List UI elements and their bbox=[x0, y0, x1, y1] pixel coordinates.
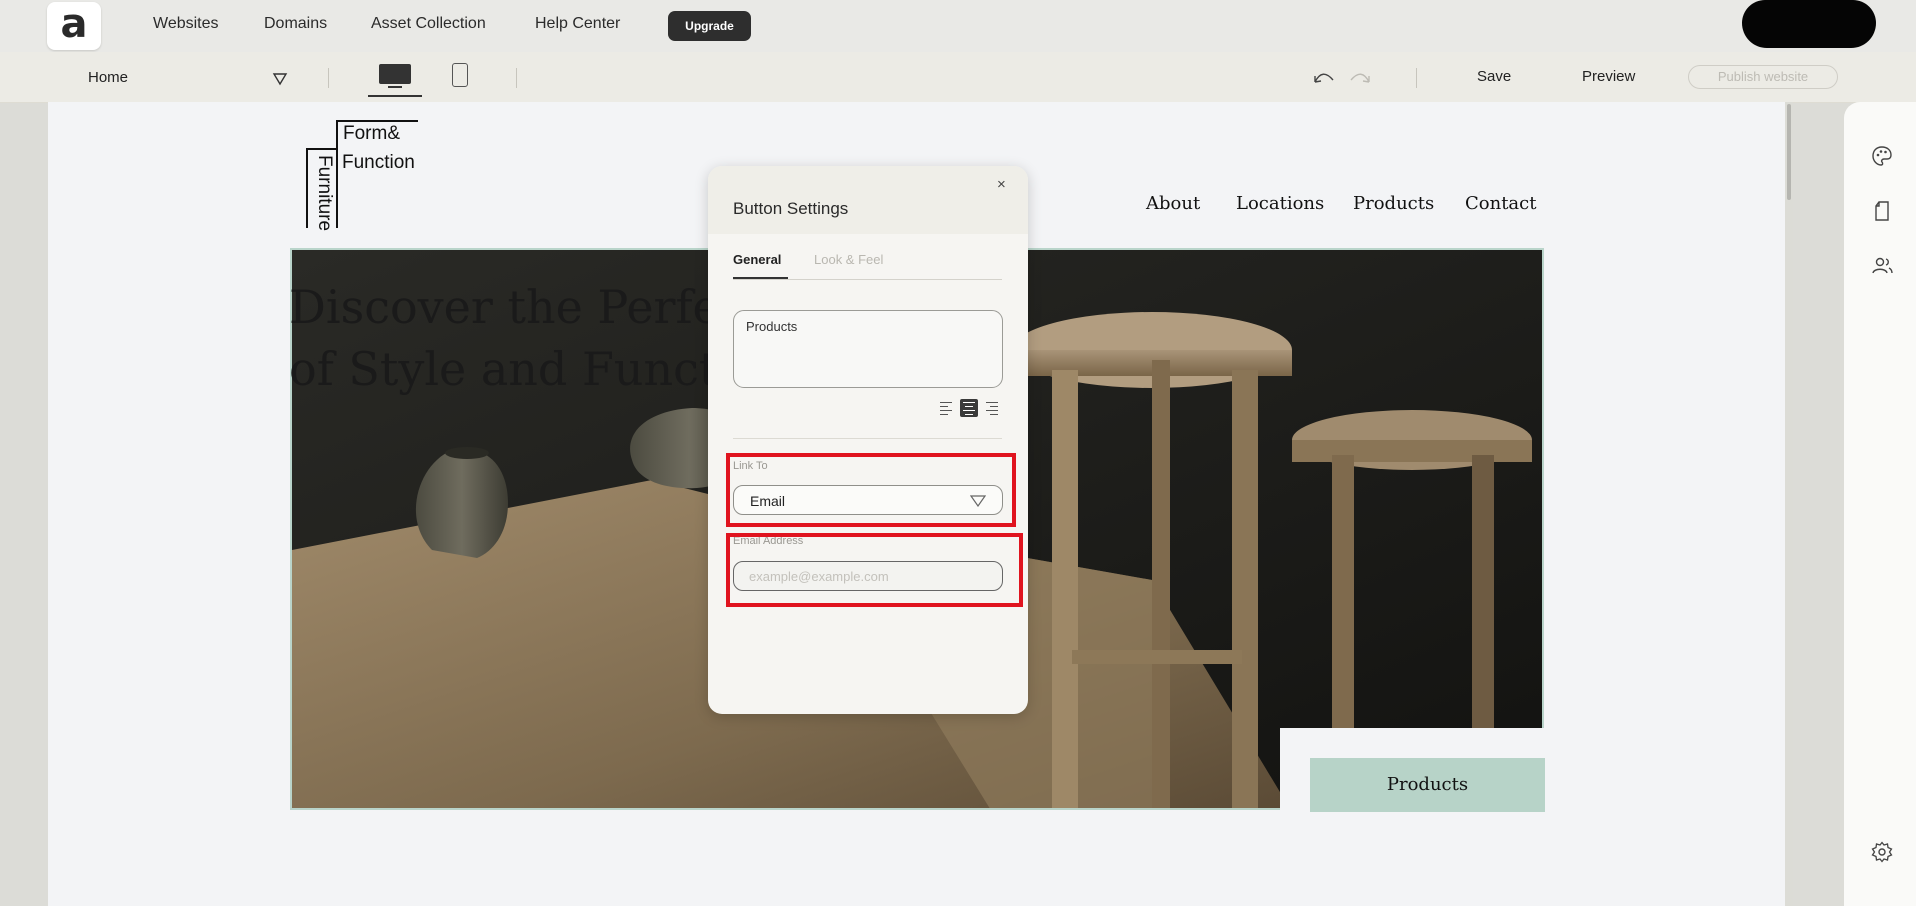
tab-divider bbox=[733, 279, 1002, 280]
align-center-icon[interactable] bbox=[960, 399, 978, 417]
page-selector[interactable]: Home bbox=[88, 69, 128, 86]
mobile-icon[interactable] bbox=[452, 63, 468, 87]
chevron-down-icon[interactable] bbox=[272, 72, 288, 86]
scrollbar-thumb[interactable] bbox=[1787, 104, 1791, 200]
nav-asset-collection[interactable]: Asset Collection bbox=[371, 15, 486, 33]
site-logo-text: Function bbox=[342, 152, 415, 173]
panel-title: Button Settings bbox=[733, 199, 849, 218]
hero-title: Discover the Perfec of Style and Functic bbox=[289, 276, 758, 400]
editor-toolbar: Home Save Preview Publish website bbox=[0, 52, 1916, 103]
toolbar-divider bbox=[328, 68, 329, 88]
preview-button[interactable]: Preview bbox=[1582, 68, 1635, 85]
page-icon[interactable] bbox=[1870, 199, 1894, 223]
nav-help-center[interactable]: Help Center bbox=[535, 15, 620, 33]
save-button[interactable]: Save bbox=[1477, 68, 1511, 85]
top-navigation-bar: a Websites Domains Asset Collection Help… bbox=[0, 0, 1916, 52]
toolbar-divider bbox=[1416, 68, 1417, 88]
hero-title-line: Discover the Perfec bbox=[289, 280, 746, 334]
site-nav-contact[interactable]: Contact bbox=[1465, 193, 1536, 214]
highlight-link-to bbox=[726, 453, 1016, 527]
section-divider bbox=[733, 438, 1002, 439]
upgrade-button[interactable]: Upgrade bbox=[668, 11, 751, 41]
site-logo-vertical: Furniture bbox=[307, 155, 337, 231]
site-nav-about[interactable]: About bbox=[1146, 193, 1200, 214]
highlight-email-address bbox=[726, 533, 1023, 607]
toolbar-divider bbox=[516, 68, 517, 88]
nav-domains[interactable]: Domains bbox=[264, 15, 327, 33]
tab-look-and-feel[interactable]: Look & Feel bbox=[814, 252, 883, 267]
app-logo-letter: a bbox=[60, 1, 88, 47]
button-text-input[interactable]: Products bbox=[733, 310, 1003, 388]
publish-website-button[interactable]: Publish website bbox=[1688, 65, 1838, 89]
settings-gear-icon[interactable] bbox=[1870, 840, 1894, 864]
desktop-icon[interactable] bbox=[368, 59, 422, 97]
app-logo[interactable]: a bbox=[47, 2, 101, 50]
site-logo-text: Form& bbox=[343, 123, 400, 144]
site-nav-products[interactable]: Products bbox=[1353, 193, 1434, 214]
undo-icon[interactable] bbox=[1312, 68, 1336, 86]
site-nav-locations[interactable]: Locations bbox=[1236, 193, 1324, 214]
products-cta-button[interactable]: Products bbox=[1310, 758, 1545, 812]
close-icon[interactable]: × bbox=[997, 176, 1006, 193]
nav-websites[interactable]: Websites bbox=[153, 15, 219, 33]
tab-general[interactable]: General bbox=[733, 252, 781, 267]
button-settings-panel: Button Settings × General Look & Feel Pr… bbox=[708, 166, 1028, 714]
align-right-icon[interactable] bbox=[982, 399, 1000, 417]
canvas-scrollbar[interactable] bbox=[1785, 102, 1793, 906]
align-left-icon[interactable] bbox=[938, 399, 956, 417]
hero-title-line: of Style and Functic bbox=[289, 342, 758, 396]
redo-icon[interactable] bbox=[1348, 68, 1372, 86]
site-logo-vertical-text: Furniture bbox=[314, 155, 335, 232]
users-icon[interactable] bbox=[1870, 254, 1894, 278]
account-avatar-redacted[interactable] bbox=[1742, 0, 1876, 48]
palette-icon[interactable] bbox=[1870, 144, 1894, 168]
